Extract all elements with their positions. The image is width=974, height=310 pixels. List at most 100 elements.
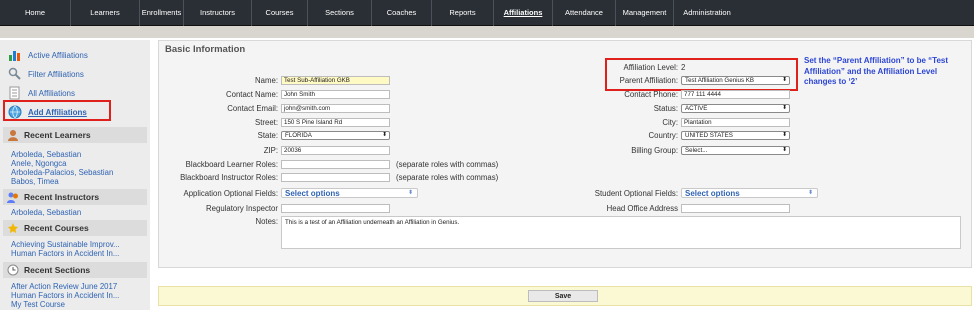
regulatory-inspector-input[interactable]: [281, 204, 390, 213]
sub-toolbar: [0, 26, 974, 38]
nav-management[interactable]: Management: [616, 0, 674, 26]
chart-bar-icon: [8, 48, 22, 62]
app-optional-fields-label: Application Optional Fields:: [183, 189, 278, 198]
sidebar-link-label: Active Affiliations: [28, 50, 88, 60]
roles-hint: (separate roles with commas): [396, 160, 499, 169]
select-arrows-icon: ⬍: [781, 147, 787, 153]
status-label: Status:: [653, 104, 678, 113]
clock-icon: [7, 264, 19, 276]
nav-attendance[interactable]: Attendance: [553, 0, 616, 26]
recent-courses-title: Recent Courses: [24, 223, 89, 233]
recent-course-link[interactable]: Human Factors in Accident In...: [11, 249, 119, 258]
select-arrows-icon: ⬍: [781, 132, 787, 138]
zip-label: ZIP:: [263, 146, 278, 155]
nav-courses[interactable]: Courses: [252, 0, 308, 26]
sidebar-link-label: All Affiliations: [28, 88, 75, 98]
select-arrows-icon: ⬍: [781, 105, 787, 111]
document-list-icon: [8, 86, 22, 100]
country-select-value: UNITED STATES: [685, 132, 733, 139]
recent-learner-link[interactable]: Babos, Timea: [11, 177, 59, 186]
sidebar-link-all-affiliations[interactable]: All Affiliations: [8, 85, 75, 101]
student-optional-fields-value: Select options: [685, 189, 740, 198]
nav-sections[interactable]: Sections: [308, 0, 372, 26]
status-select-value: ACTIVE: [685, 105, 708, 112]
country-label: Country:: [648, 131, 678, 140]
student-optional-fields-label: Student Optional Fields:: [594, 189, 678, 198]
contact-name-input[interactable]: John Smith: [281, 90, 390, 99]
recent-section-link[interactable]: After Action Review June 2017: [11, 282, 117, 291]
nav-administration[interactable]: Administration: [674, 0, 740, 26]
highlight-box-parent-affiliation: [605, 58, 798, 91]
notes-label: Notes:: [255, 217, 278, 226]
nav-coaches[interactable]: Coaches: [372, 0, 432, 26]
recent-sections-header: Recent Sections: [3, 262, 147, 278]
select-arrows-icon: ⬍: [807, 190, 813, 196]
status-select[interactable]: ACTIVE ⬍: [681, 104, 790, 113]
sidebar-link-active-affiliations[interactable]: Active Affiliations: [8, 47, 88, 63]
bb-learner-roles-label: Blackboard Learner Roles:: [185, 160, 278, 169]
sidebar-link-label: Filter Affiliations: [28, 69, 84, 79]
nav-learners[interactable]: Learners: [71, 0, 140, 26]
select-arrows-icon: ⬍: [407, 190, 413, 196]
regulatory-inspector-label: Regulatory Inspector: [206, 204, 278, 213]
contact-name-label: Contact Name:: [225, 90, 278, 99]
recent-learners-title: Recent Learners: [24, 130, 91, 140]
street-input[interactable]: 150 S Pine Island Rd: [281, 118, 390, 127]
panel-title: Basic Information: [165, 44, 246, 55]
top-navigation: Home Learners Enrollments Instructors Co…: [0, 0, 974, 26]
highlight-box-add-affiliations: [3, 100, 111, 121]
nav-reports[interactable]: Reports: [432, 0, 494, 26]
billing-group-label: Billing Group:: [631, 146, 678, 155]
contact-email-input[interactable]: john@smith.com: [281, 104, 390, 113]
person-icon: [7, 129, 19, 141]
head-office-address-label: Head Office Address: [606, 204, 678, 213]
recent-instructors-title: Recent Instructors: [24, 192, 100, 202]
city-label: City:: [662, 118, 678, 127]
nav-home[interactable]: Home: [0, 0, 71, 26]
sidebar-link-filter-affiliations[interactable]: Filter Affiliations: [8, 66, 84, 82]
notes-textarea[interactable]: This is a test of an Affiliation underne…: [281, 216, 961, 249]
recent-courses-header: Recent Courses: [3, 220, 147, 236]
nav-instructors[interactable]: Instructors: [184, 0, 252, 26]
nav-affiliations[interactable]: Affiliations: [494, 0, 553, 26]
student-optional-fields-select[interactable]: Select options ⬍: [681, 188, 818, 198]
bb-instructor-roles-input[interactable]: [281, 173, 390, 182]
bb-learner-roles-input[interactable]: [281, 160, 390, 169]
instructor-icon: [7, 191, 19, 203]
recent-section-link[interactable]: My Test Course: [11, 300, 65, 309]
recent-learner-link[interactable]: Arboleda, Sebastian: [11, 150, 81, 159]
state-label: State:: [257, 131, 278, 140]
recent-learner-link[interactable]: Anele, Ngongca: [11, 159, 66, 168]
app-optional-fields-select[interactable]: Select options ⬍: [281, 188, 418, 198]
roles-hint: (separate roles with commas): [396, 173, 499, 182]
filter-icon: [8, 67, 22, 81]
select-arrows-icon: ⬍: [381, 132, 387, 138]
star-icon: [7, 222, 19, 234]
recent-section-link[interactable]: Human Factors in Accident In...: [11, 291, 119, 300]
name-input[interactable]: Test Sub-Affiliation GKB: [281, 76, 390, 85]
contact-email-label: Contact Email:: [227, 104, 278, 113]
recent-instructors-header: Recent Instructors: [3, 189, 147, 205]
country-select[interactable]: UNITED STATES ⬍: [681, 131, 790, 140]
recent-learners-header: Recent Learners: [3, 127, 147, 143]
app-optional-fields-value: Select options: [285, 189, 340, 198]
recent-learner-link[interactable]: Arboleda-Palacios, Sebastian: [11, 168, 113, 177]
contact-phone-label: Contact Phone:: [624, 90, 678, 99]
name-label: Name:: [255, 76, 278, 85]
recent-sections-title: Recent Sections: [24, 265, 91, 275]
recent-instructor-link[interactable]: Arboleda, Sebastian: [11, 208, 81, 217]
nav-enrollments[interactable]: Enrollments: [140, 0, 184, 26]
street-label: Street:: [255, 118, 278, 127]
head-office-address-input[interactable]: [681, 204, 790, 213]
city-input[interactable]: Plantation: [681, 118, 790, 127]
billing-group-select-value: Select...: [685, 147, 708, 154]
annotation-callout: Set the “Parent Affiliation” to be “Test…: [804, 56, 949, 86]
recent-course-link[interactable]: Achieving Sustainable Improv...: [11, 240, 120, 249]
contact-phone-input[interactable]: 777 111 4444: [681, 90, 790, 99]
save-button[interactable]: Save: [528, 290, 598, 302]
zip-input[interactable]: 20036: [281, 146, 390, 155]
billing-group-select[interactable]: Select... ⬍: [681, 146, 790, 155]
state-select[interactable]: FLORIDA ⬍: [281, 131, 390, 140]
bb-instructor-roles-label: Blackboard Instructor Roles:: [180, 173, 278, 182]
state-select-value: FLORIDA: [285, 132, 312, 139]
